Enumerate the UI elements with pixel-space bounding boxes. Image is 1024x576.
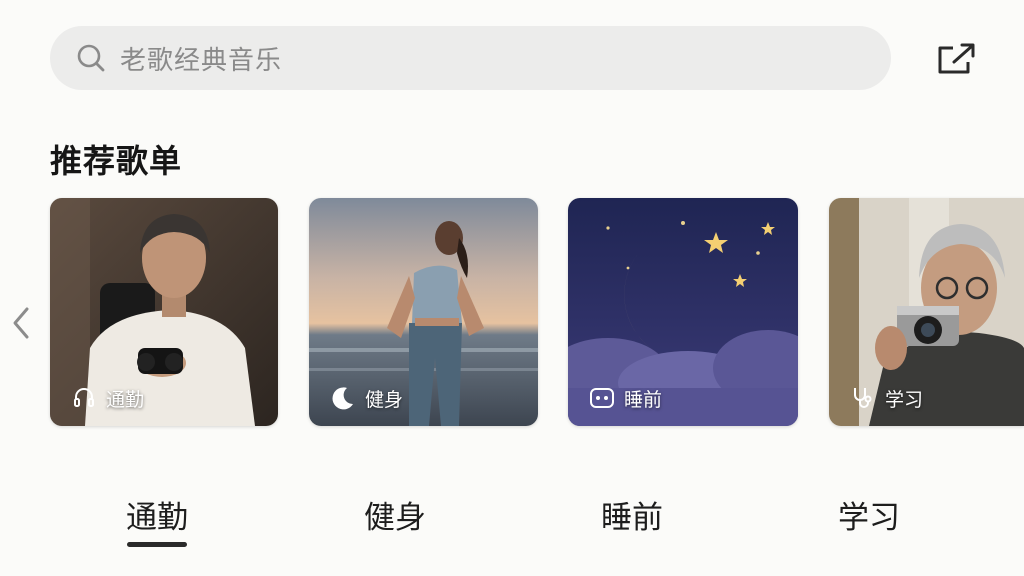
card-tag-label: 通勤 [106, 388, 145, 411]
playlist-card-fitness[interactable]: 健身 [309, 198, 538, 426]
tab-commute[interactable]: 通勤 [126, 492, 188, 537]
search-input[interactable]: 老歌经典音乐 [120, 40, 282, 77]
card-tag-label: 学习 [885, 388, 924, 411]
active-tab-indicator [127, 542, 187, 547]
section-title: 推荐歌单 [50, 142, 183, 180]
playlist-card-study[interactable]: 学习 [829, 198, 1024, 426]
card-tag: 健身 [329, 384, 403, 412]
playlist-card-bedtime[interactable]: 睡前 [568, 198, 798, 426]
robot-icon [588, 384, 616, 412]
card-tag: 通勤 [70, 384, 144, 412]
card-tag-label: 睡前 [624, 388, 663, 411]
tab-fitness[interactable]: 健身 [364, 492, 426, 537]
share-icon[interactable] [934, 40, 978, 78]
headset-icon [70, 384, 98, 412]
search-icon [74, 41, 108, 75]
moon-icon [329, 384, 357, 412]
tab-bedtime[interactable]: 睡前 [601, 492, 663, 537]
card-tag: 睡前 [588, 384, 662, 412]
playlist-card-commute[interactable]: 通勤 [50, 198, 278, 426]
chevron-left-icon[interactable] [6, 305, 36, 341]
tab-study[interactable]: 学习 [838, 492, 900, 537]
stethoscope-icon [849, 384, 877, 412]
card-tag-label: 健身 [365, 388, 404, 411]
card-tag: 学习 [849, 384, 923, 412]
search-bar[interactable]: 老歌经典音乐 [50, 26, 891, 90]
